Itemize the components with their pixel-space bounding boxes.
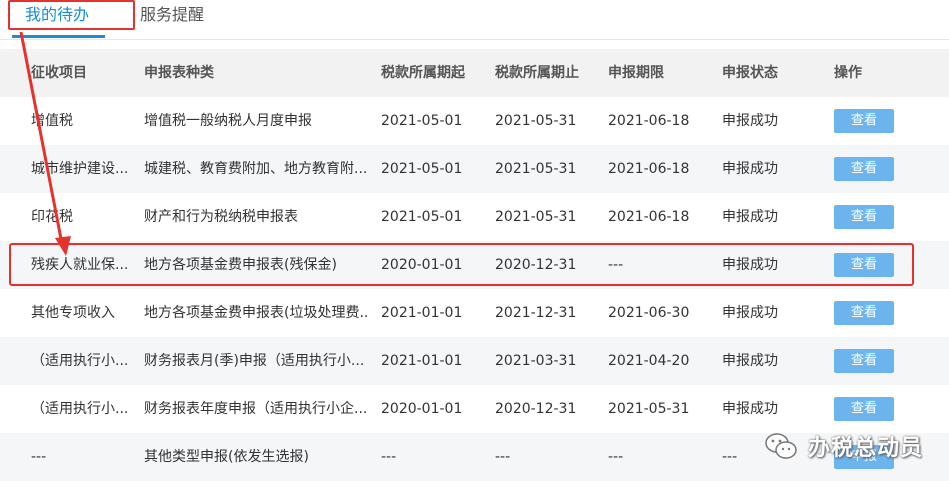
- cell-start: 2021-01-01: [381, 353, 463, 369]
- cell-start: ---: [381, 449, 397, 465]
- tab-bar: 我的待办 服务提醒: [0, 0, 949, 40]
- header-action: 操作: [834, 65, 862, 81]
- header-end: 税款所属期止: [495, 65, 579, 81]
- cell-start: 2021-05-01: [381, 113, 463, 129]
- wechat-icon: [765, 433, 797, 459]
- table-row: （适用执行小... 财务报表月(季)申报（适用执行小... 2021-01-01…: [0, 337, 949, 385]
- cell-form: 财务报表月(季)申报（适用执行小...: [144, 353, 365, 369]
- active-tab-indicator: [12, 35, 105, 38]
- table-row: 城市维护建设... 城建税、教育费附加、地方教育附... 2021-05-01 …: [0, 145, 949, 193]
- cell-end: 2021-12-31: [495, 305, 577, 321]
- cell-end: 2021-05-31: [495, 209, 577, 225]
- cell-project: 城市维护建设...: [31, 161, 129, 177]
- cell-start: 2021-05-01: [381, 209, 463, 225]
- tab-service-reminder[interactable]: 服务提醒: [140, 4, 204, 34]
- cell-status: 申报成功: [722, 305, 778, 321]
- view-button[interactable]: 查看: [834, 157, 894, 181]
- annotation-box-row: [9, 243, 914, 286]
- cell-start: 2021-05-01: [381, 161, 463, 177]
- cell-form: 其他类型申报(依发生选报): [144, 449, 309, 465]
- table-header-row: 征收项目 申报表种类 税款所属期起 税款所属期止 申报期限 申报状态 操作: [0, 49, 949, 97]
- cell-end: 2020-12-31: [495, 401, 577, 417]
- cell-deadline: 2021-05-31: [608, 401, 690, 417]
- cell-deadline: 2021-06-30: [608, 305, 690, 321]
- table-row: （适用执行小... 财务报表年度申报（适用执行小企... 2020-01-01 …: [0, 385, 949, 433]
- cell-start: 2020-01-01: [381, 401, 463, 417]
- view-button[interactable]: 查看: [834, 301, 894, 325]
- cell-project: 其他专项收入: [31, 305, 115, 321]
- cell-deadline: 2021-06-18: [608, 161, 690, 177]
- cell-project: ---: [31, 449, 47, 465]
- header-deadline: 申报期限: [608, 65, 664, 81]
- table-row: 印花税 财产和行为税纳税申报表 2021-05-01 2021-05-31 20…: [0, 193, 949, 241]
- header-project: 征收项目: [31, 65, 87, 81]
- view-button[interactable]: 查看: [834, 349, 894, 373]
- cell-project: （适用执行小...: [31, 353, 129, 369]
- cell-end: ---: [495, 449, 511, 465]
- header-form: 申报表种类: [144, 65, 214, 81]
- cell-deadline: 2021-06-18: [608, 209, 690, 225]
- cell-form: 增值税一般纳税人月度申报: [144, 113, 312, 129]
- header-start: 税款所属期起: [381, 65, 465, 81]
- view-button[interactable]: 查看: [834, 109, 894, 133]
- cell-deadline: 2021-04-20: [608, 353, 690, 369]
- annotation-box-tab: [8, 0, 135, 30]
- cell-end: 2021-03-31: [495, 353, 577, 369]
- view-button[interactable]: 查看: [834, 205, 894, 229]
- cell-status: 申报成功: [722, 401, 778, 417]
- cell-status: 申报成功: [722, 209, 778, 225]
- cell-status: 申报成功: [722, 161, 778, 177]
- cell-status: 申报成功: [722, 113, 778, 129]
- cell-deadline: ---: [608, 449, 624, 465]
- cell-form: 财务报表年度申报（适用执行小企...: [144, 401, 368, 417]
- header-status: 申报状态: [722, 65, 778, 81]
- cell-deadline: 2021-06-18: [608, 113, 690, 129]
- cell-project: 印花税: [31, 209, 73, 225]
- cell-form: 城建税、教育费附加、地方教育附...: [144, 161, 368, 177]
- table-row: 增值税 增值税一般纳税人月度申报 2021-05-01 2021-05-31 2…: [0, 97, 949, 145]
- cell-form: 财产和行为税纳税申报表: [144, 209, 298, 225]
- cell-end: 2021-05-31: [495, 113, 577, 129]
- cell-start: 2021-01-01: [381, 305, 463, 321]
- cell-form: 地方各项基金费申报表(垃圾处理费...: [144, 305, 369, 321]
- view-button[interactable]: 查看: [834, 397, 894, 421]
- table-row: 其他专项收入 地方各项基金费申报表(垃圾处理费... 2021-01-01 20…: [0, 289, 949, 337]
- watermark-text: 办税总动员: [808, 436, 924, 461]
- watermark: 办税总动员: [764, 430, 923, 462]
- cell-project: 增值税: [31, 113, 73, 129]
- cell-end: 2021-05-31: [495, 161, 577, 177]
- cell-status: 申报成功: [722, 353, 778, 369]
- cell-project: （适用执行小...: [31, 401, 129, 417]
